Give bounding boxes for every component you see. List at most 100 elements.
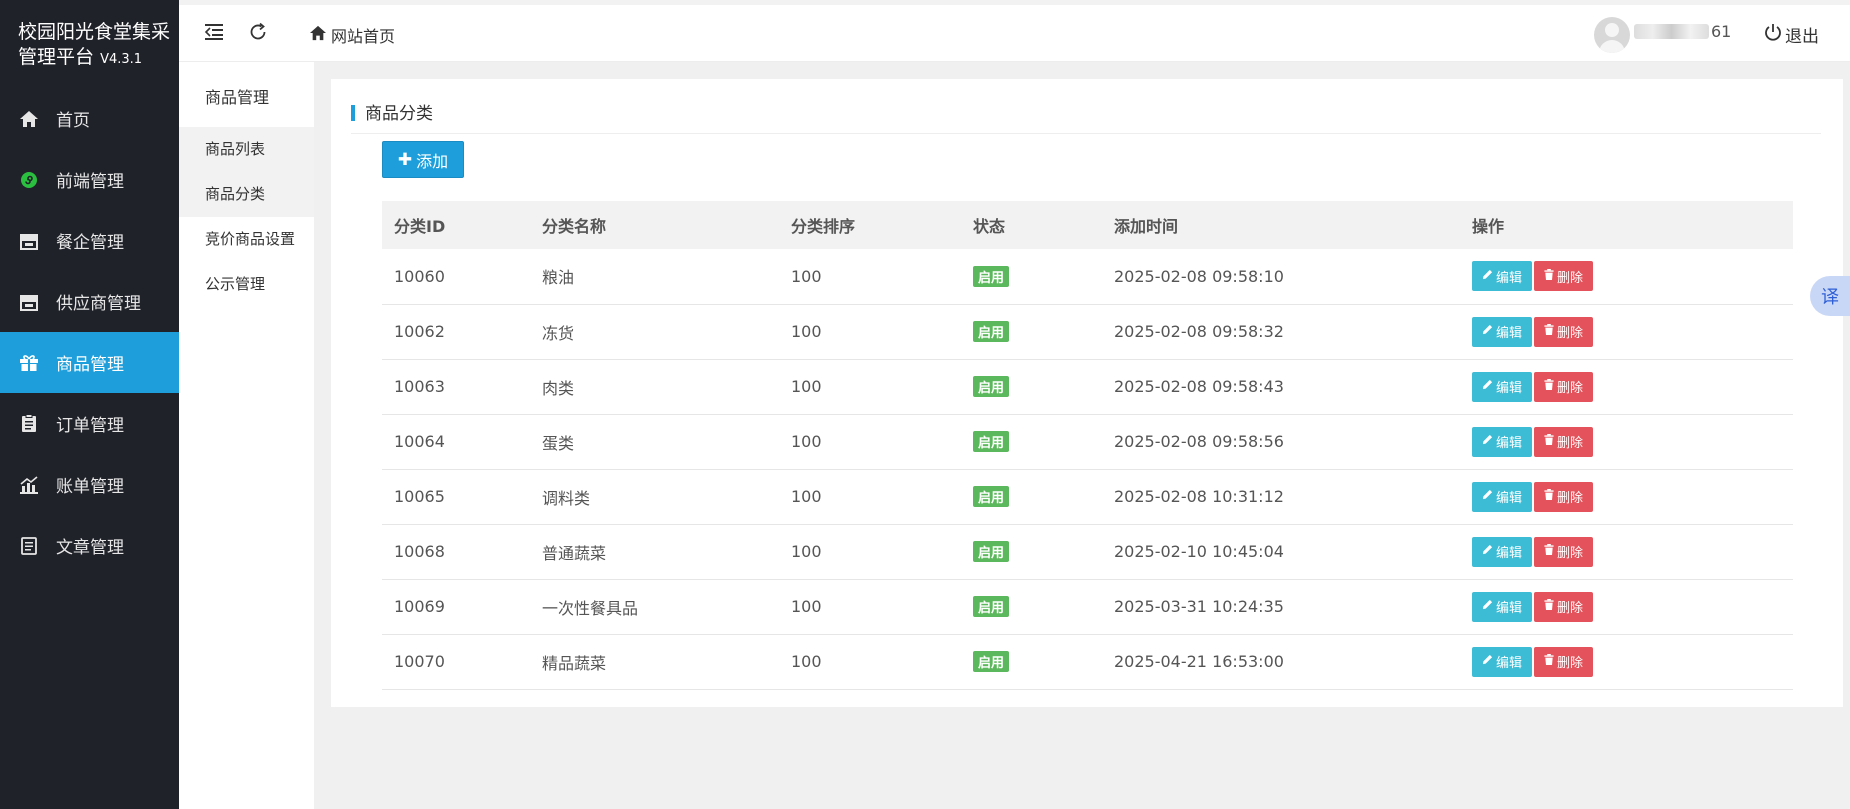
subnav-item-bidding-settings[interactable]: 竞价商品设置 (179, 217, 314, 262)
cell-status: 启用 (961, 359, 1102, 414)
edit-button[interactable]: 编辑 (1472, 646, 1533, 677)
column-header-actions: 操作 (1472, 217, 1505, 236)
add-button-label: 添加 (416, 151, 449, 171)
edit-button[interactable]: 编辑 (1472, 426, 1533, 457)
avatar[interactable] (1594, 17, 1630, 53)
sub-sidebar: 商品管理 商品列表 商品分类 竞价商品设置 公示管理 (179, 62, 314, 809)
collapse-menu-icon[interactable] (201, 19, 227, 45)
top-header: 网站首页 61 退出 (179, 0, 1850, 62)
cell-actions: 编辑 删除 (1460, 304, 1793, 359)
sidebar-item-label: 前端管理 (56, 172, 124, 192)
pencil-icon (1482, 544, 1493, 559)
delete-button[interactable]: 删除 (1534, 426, 1594, 457)
table-row: 10070 精品蔬菜 100 启用 2025-04-21 16:53:00 编辑 删除 (382, 634, 1793, 689)
edit-label: 编辑 (1496, 656, 1523, 671)
breadcrumb-home-label: 网站首页 (331, 27, 396, 46)
edit-button[interactable]: 编辑 (1472, 481, 1533, 512)
cell-status: 启用 (961, 304, 1102, 359)
page-title: 商品分类 (365, 103, 433, 124)
cell-sort: 100 (791, 487, 822, 506)
title-accent-bar (351, 105, 355, 121)
trash-icon (1544, 379, 1554, 394)
cell-time: 2025-02-08 10:31:12 (1114, 487, 1284, 506)
delete-label: 删除 (1557, 436, 1584, 451)
mini-program-icon (18, 169, 40, 191)
sidebar-item-bills[interactable]: 账单管理 (0, 454, 179, 515)
cell-sort: 100 (791, 432, 822, 451)
delete-label: 删除 (1557, 656, 1584, 671)
delete-label: 删除 (1557, 601, 1584, 616)
sidebar-item-home[interactable]: 首页 (0, 88, 179, 149)
cell-sort: 100 (791, 652, 822, 671)
delete-label: 删除 (1557, 326, 1584, 341)
status-badge: 启用 (973, 486, 1010, 507)
subnav-item-product-category[interactable]: 商品分类 (179, 172, 314, 217)
column-header-id: 分类ID (394, 217, 446, 236)
logout-button[interactable]: 退出 (1764, 22, 1819, 47)
pencil-icon (1482, 654, 1493, 669)
sidebar-item-articles[interactable]: 文章管理 (0, 515, 179, 576)
cell-id: 10069 (394, 597, 445, 616)
sidebar-item-products[interactable]: 商品管理 (0, 332, 179, 393)
breadcrumb[interactable]: 网站首页 (309, 23, 395, 47)
refresh-icon[interactable] (245, 19, 271, 45)
table-row: 10065 调料类 100 启用 2025-02-08 10:31:12 编辑 删除 (382, 469, 1793, 524)
cell-time: 2025-03-31 10:24:35 (1114, 597, 1284, 616)
delete-button[interactable]: 删除 (1534, 261, 1594, 292)
user-name[interactable]: 61 (1634, 22, 1731, 41)
cell-status: 启用 (961, 249, 1102, 304)
edit-button[interactable]: 编辑 (1472, 371, 1533, 402)
edit-label: 编辑 (1496, 601, 1523, 616)
cell-name: 蛋类 (542, 433, 575, 453)
status-badge: 启用 (973, 265, 1010, 287)
cell-sort: 100 (791, 597, 822, 616)
subnav-item-announcements[interactable]: 公示管理 (179, 262, 314, 307)
sidebar-item-label: 餐企管理 (56, 233, 124, 253)
home-icon (309, 25, 327, 45)
table-row: 10062 冻货 100 启用 2025-02-08 09:58:32 编辑 删除 (382, 304, 1793, 359)
store-icon (18, 291, 40, 313)
edit-button[interactable]: 编辑 (1472, 316, 1533, 347)
cell-time: 2025-02-08 09:58:10 (1114, 266, 1284, 286)
delete-button[interactable]: 删除 (1534, 371, 1594, 402)
cell-status: 启用 (961, 469, 1102, 524)
edit-label: 编辑 (1496, 491, 1523, 506)
table-header-row: 分类ID 分类名称 分类排序 状态 添加时间 操作 (382, 201, 1793, 249)
status-badge: 启用 (973, 321, 1010, 342)
delete-button[interactable]: 删除 (1534, 646, 1594, 677)
trash-icon (1544, 268, 1554, 284)
cell-actions: 编辑 删除 (1460, 359, 1793, 414)
table-body: 10060 粮油 100 启用 2025-02-08 09:58:10 编辑 删除 10062… (382, 249, 1793, 689)
panel-header: 商品分类 (351, 89, 1821, 134)
cell-sort: 100 (791, 542, 822, 561)
cell-name: 粮油 (542, 268, 575, 288)
add-category-button[interactable]: ✚ 添加 (382, 141, 464, 178)
delete-button[interactable]: 删除 (1534, 591, 1594, 622)
subnav-item-product-list[interactable]: 商品列表 (179, 127, 314, 172)
edit-button[interactable]: 编辑 (1472, 591, 1533, 622)
delete-button[interactable]: 删除 (1534, 536, 1594, 567)
sidebar-item-restaurant[interactable]: 餐企管理 (0, 210, 179, 271)
edit-label: 编辑 (1496, 546, 1523, 561)
pencil-icon (1482, 379, 1493, 394)
delete-button[interactable]: 删除 (1534, 481, 1594, 512)
table-row: 10068 普通蔬菜 100 启用 2025-02-10 10:45:04 编辑 删除 (382, 524, 1793, 579)
table-row: 10064 蛋类 100 启用 2025-02-08 09:58:56 编辑 删除 (382, 414, 1793, 469)
sidebar-item-frontend[interactable]: 前端管理 (0, 149, 179, 210)
column-header-status: 状态 (973, 217, 1006, 236)
edit-button[interactable]: 编辑 (1472, 261, 1533, 292)
delete-label: 删除 (1557, 491, 1584, 506)
edit-button[interactable]: 编辑 (1472, 536, 1533, 567)
trash-icon (1544, 489, 1554, 504)
edit-label: 编辑 (1496, 326, 1523, 341)
pencil-icon (1482, 599, 1493, 614)
delete-button[interactable]: 删除 (1534, 316, 1594, 347)
cell-actions: 编辑 删除 (1460, 524, 1793, 579)
edit-label: 编辑 (1496, 270, 1523, 286)
translate-button[interactable]: 译 (1810, 276, 1850, 316)
sidebar-item-orders[interactable]: 订单管理 (0, 393, 179, 454)
delete-label: 删除 (1557, 546, 1584, 561)
sidebar-item-supplier[interactable]: 供应商管理 (0, 271, 179, 332)
app-title: 校园阳光食堂集采管理平台 (18, 21, 171, 68)
trash-icon (1544, 544, 1554, 559)
